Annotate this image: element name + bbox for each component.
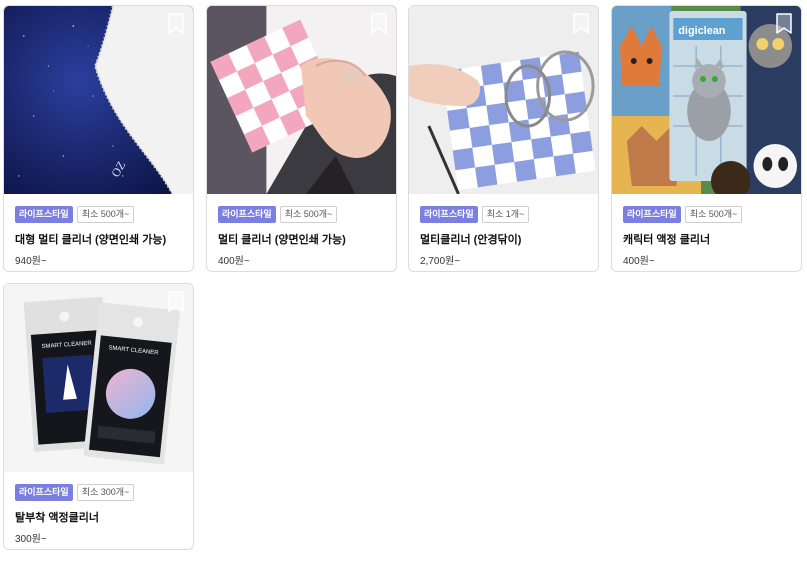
min-order-badge: 최소 500개~ bbox=[279, 205, 338, 223]
category-badge: 라이프스타일 bbox=[15, 483, 73, 501]
image-logo-text: digiclean bbox=[678, 25, 725, 37]
product-title[interactable]: 멀티클리너 (안경닦이) bbox=[420, 231, 587, 247]
product-card[interactable]: 라이프스타일 최소 1개~ 멀티클리너 (안경닦이) 2,700원~ bbox=[408, 5, 599, 272]
product-image[interactable] bbox=[207, 6, 396, 194]
product-title[interactable]: 캐릭터 액정 클리너 bbox=[623, 231, 790, 247]
product-card[interactable]: SMART CLEANER SMART CLEANER 라이프스타일 최소 30… bbox=[3, 283, 194, 550]
product-price: 400원~ bbox=[623, 256, 655, 267]
product-title[interactable]: 탈부착 액정클리너 bbox=[15, 509, 182, 525]
category-badge: 라이프스타일 bbox=[623, 205, 681, 223]
bookmark-icon[interactable] bbox=[775, 13, 793, 35]
product-price: 940원~ bbox=[15, 256, 47, 267]
product-card[interactable]: OZ 라이프스타일 최소 500개~ 대형 멀티 클리너 (양면인쇄 가능) 9… bbox=[3, 5, 194, 272]
product-image[interactable]: OZ bbox=[4, 6, 193, 194]
product-title[interactable]: 대형 멀티 클리너 (양면인쇄 가능) bbox=[15, 231, 182, 247]
category-badge: 라이프스타일 bbox=[15, 205, 73, 223]
bookmark-icon[interactable] bbox=[167, 13, 185, 35]
min-order-badge: 최소 500개~ bbox=[76, 205, 135, 223]
product-price: 300원~ bbox=[15, 534, 47, 545]
product-price: 2,700원~ bbox=[420, 256, 461, 267]
min-order-badge: 최소 1개~ bbox=[481, 205, 530, 223]
bookmark-icon[interactable] bbox=[572, 13, 590, 35]
product-image[interactable] bbox=[409, 6, 598, 194]
product-image[interactable]: SMART CLEANER SMART CLEANER bbox=[4, 284, 193, 472]
product-image[interactable]: digiclean bbox=[612, 6, 801, 194]
bookmark-icon[interactable] bbox=[370, 13, 388, 35]
product-card[interactable]: 라이프스타일 최소 500개~ 멀티 클리너 (양면인쇄 가능) 400원~ bbox=[206, 5, 397, 272]
product-card[interactable]: digiclean 라이프스타일 최소 500개~ 캐릭터 액정 클리너 400… bbox=[611, 5, 802, 272]
product-price: 400원~ bbox=[218, 256, 250, 267]
category-badge: 라이프스타일 bbox=[218, 205, 276, 223]
product-title[interactable]: 멀티 클리너 (양면인쇄 가능) bbox=[218, 231, 385, 247]
min-order-badge: 최소 500개~ bbox=[684, 205, 743, 223]
bookmark-icon[interactable] bbox=[167, 291, 185, 313]
min-order-badge: 최소 300개~ bbox=[76, 483, 135, 501]
category-badge: 라이프스타일 bbox=[420, 205, 478, 223]
